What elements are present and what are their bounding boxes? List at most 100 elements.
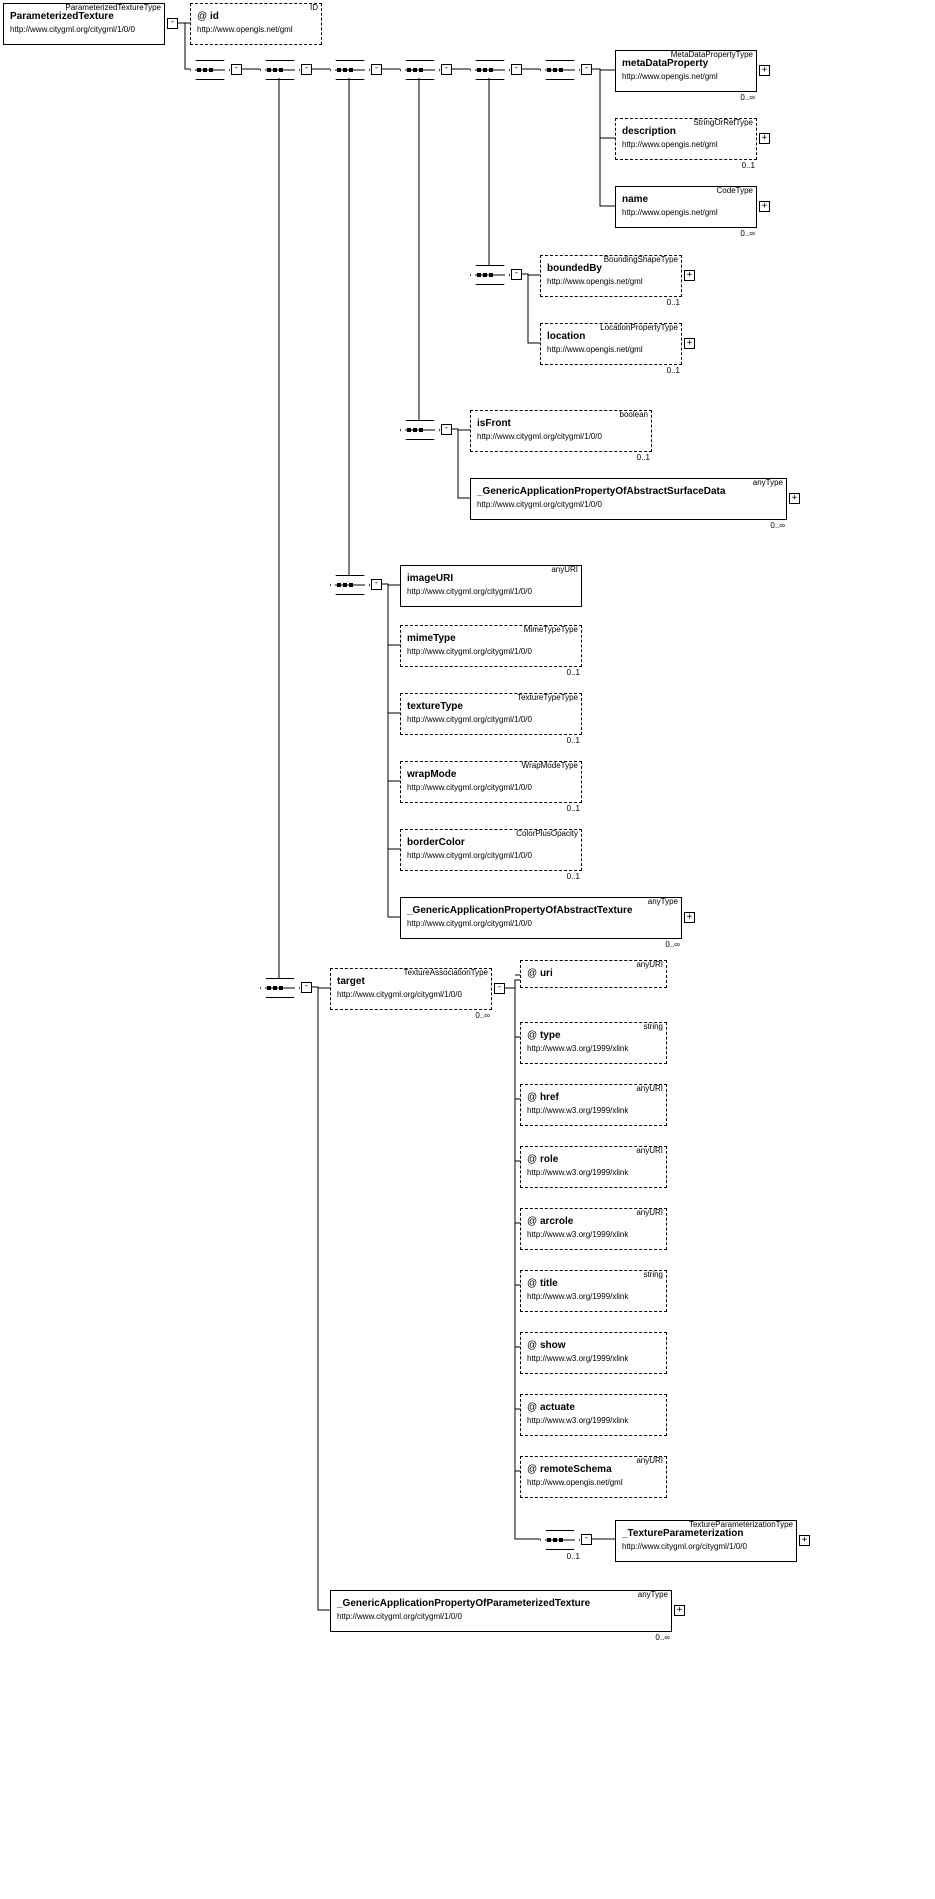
cardinality: 0..1 bbox=[540, 668, 580, 677]
collapse-icon[interactable]: - bbox=[441, 64, 452, 75]
namespace: http://www.w3.org/1999/xlink bbox=[521, 1354, 666, 1368]
element-box: LocationPropertyType location http://www… bbox=[540, 323, 682, 365]
element-box: MimeTypeType mimeType http://www.citygml… bbox=[400, 625, 582, 667]
type-label: string bbox=[643, 1022, 663, 1031]
collapse-icon[interactable]: - bbox=[494, 983, 505, 994]
namespace: http://www.citygml.org/citygml/1/0/0 bbox=[401, 919, 681, 933]
collapse-icon[interactable]: - bbox=[301, 982, 312, 993]
type-label: anyURI bbox=[636, 1146, 663, 1155]
namespace: http://www.w3.org/1999/xlink bbox=[521, 1416, 666, 1430]
cardinality: 0..1 bbox=[540, 736, 580, 745]
sequence-icon bbox=[470, 265, 510, 285]
sequence-icon bbox=[260, 60, 300, 80]
expand-icon[interactable]: + bbox=[759, 65, 770, 76]
cardinality: 0..1 bbox=[540, 872, 580, 881]
element-box: StringOrRefType description http://www.o… bbox=[615, 118, 757, 160]
type-label: TextureAssociationType bbox=[404, 968, 489, 977]
collapse-icon[interactable]: - bbox=[441, 424, 452, 435]
element-box: anyType _GenericApplicationPropertyOfPar… bbox=[330, 1590, 672, 1632]
namespace: http://www.w3.org/1999/xlink bbox=[521, 1292, 666, 1306]
namespace: http://www.citygml.org/citygml/1/0/0 bbox=[331, 990, 491, 1004]
attr-name: show bbox=[521, 1333, 666, 1354]
type-label: anyURI bbox=[636, 960, 663, 969]
sequence-icon bbox=[470, 60, 510, 80]
type-label: TextureParameterizationType bbox=[689, 1520, 793, 1529]
type-label: anyURI bbox=[636, 1084, 663, 1093]
namespace: http://www.opengis.net/gml bbox=[191, 25, 321, 39]
root-element: ParameterizedTextureType ParameterizedTe… bbox=[3, 3, 165, 45]
sequence-icon bbox=[540, 60, 580, 80]
cardinality: 0..1 bbox=[640, 366, 680, 375]
attribute-box: actuatehttp://www.w3.org/1999/xlink bbox=[520, 1394, 667, 1436]
cardinality: 0..∞ bbox=[640, 940, 680, 949]
cardinality: 0..∞ bbox=[720, 93, 755, 102]
collapse-icon[interactable]: - bbox=[581, 64, 592, 75]
collapse-icon[interactable]: - bbox=[581, 1534, 592, 1545]
attribute-box: stringtitlehttp://www.w3.org/1999/xlink bbox=[520, 1270, 667, 1312]
attribute-box: showhttp://www.w3.org/1999/xlink bbox=[520, 1332, 667, 1374]
namespace: http://www.citygml.org/citygml/1/0/0 bbox=[401, 783, 581, 797]
cardinality: 0..∞ bbox=[745, 521, 785, 530]
type-label: string bbox=[643, 1270, 663, 1279]
element-box: WrapModeType wrapMode http://www.citygml… bbox=[400, 761, 582, 803]
type-label: boolean bbox=[620, 410, 648, 419]
cardinality: 0..1 bbox=[720, 161, 755, 170]
attribute-box: anyURIremoteSchemahttp://www.opengis.net… bbox=[520, 1456, 667, 1498]
namespace: http://www.w3.org/1999/xlink bbox=[521, 1106, 666, 1120]
expand-icon[interactable]: + bbox=[759, 201, 770, 212]
sequence-icon bbox=[400, 60, 440, 80]
collapse-icon[interactable]: - bbox=[301, 64, 312, 75]
cardinality: 0..1 bbox=[640, 298, 680, 307]
namespace: http://www.opengis.net/gml bbox=[616, 140, 756, 154]
collapse-icon[interactable]: - bbox=[511, 64, 522, 75]
expand-icon[interactable]: + bbox=[684, 912, 695, 923]
cardinality: 0..1 bbox=[610, 453, 650, 462]
type-label: anyType bbox=[648, 897, 678, 906]
type-label: MimeTypeType bbox=[524, 625, 578, 634]
attribute-box: anyURIrolehttp://www.w3.org/1999/xlink bbox=[520, 1146, 667, 1188]
attribute-box: anyURIhrefhttp://www.w3.org/1999/xlink bbox=[520, 1084, 667, 1126]
element-box: anyURI imageURI http://www.citygml.org/c… bbox=[400, 565, 582, 607]
namespace: http://www.w3.org/1999/xlink bbox=[521, 1230, 666, 1244]
type-label: ID bbox=[310, 3, 318, 12]
type-label: anyURI bbox=[551, 565, 578, 574]
element-name: _GenericApplicationPropertyOfParameteriz… bbox=[331, 1591, 671, 1612]
type-label: CodeType bbox=[717, 186, 753, 195]
expand-icon[interactable]: + bbox=[674, 1605, 685, 1616]
element-box: anyType _GenericApplicationPropertyOfAbs… bbox=[400, 897, 682, 939]
cardinality: 0..∞ bbox=[620, 1633, 670, 1642]
collapse-icon[interactable]: - bbox=[511, 269, 522, 280]
collapse-icon[interactable]: - bbox=[371, 579, 382, 590]
attr-name: id bbox=[191, 4, 321, 25]
collapse-icon[interactable]: - bbox=[371, 64, 382, 75]
element-box: MetaDataPropertyType metaDataProperty ht… bbox=[615, 50, 757, 92]
expand-icon[interactable]: + bbox=[759, 133, 770, 144]
expand-icon[interactable]: + bbox=[684, 270, 695, 281]
namespace: http://www.citygml.org/citygml/1/0/0 bbox=[401, 587, 581, 601]
namespace: http://www.citygml.org/citygml/1/0/0 bbox=[401, 715, 581, 729]
expand-icon[interactable]: + bbox=[789, 493, 800, 504]
expand-icon[interactable]: + bbox=[799, 1535, 810, 1546]
type-label: ParameterizedTextureType bbox=[65, 3, 161, 12]
collapse-icon[interactable]: - bbox=[167, 18, 178, 29]
element-box: CodeType name http://www.opengis.net/gml bbox=[615, 186, 757, 228]
type-label: ColorPlusOpacity bbox=[516, 829, 578, 838]
type-label: MetaDataPropertyType bbox=[671, 50, 753, 59]
namespace: http://www.opengis.net/gml bbox=[616, 72, 756, 86]
collapse-icon[interactable]: - bbox=[231, 64, 242, 75]
namespace: http://www.citygml.org/citygml/1/0/0 bbox=[401, 647, 581, 661]
sequence-icon bbox=[330, 575, 370, 595]
namespace: http://www.opengis.net/gml bbox=[541, 277, 681, 291]
expand-icon[interactable]: + bbox=[684, 338, 695, 349]
namespace: http://www.opengis.net/gml bbox=[541, 345, 681, 359]
cardinality: 0..1 bbox=[545, 1552, 580, 1561]
element-box: TextureTypeType textureType http://www.c… bbox=[400, 693, 582, 735]
cardinality: 0..∞ bbox=[720, 229, 755, 238]
namespace: http://www.citygml.org/citygml/1/0/0 bbox=[471, 500, 786, 514]
attribute-box: stringtypehttp://www.w3.org/1999/xlink bbox=[520, 1022, 667, 1064]
namespace: http://www.w3.org/1999/xlink bbox=[521, 1168, 666, 1182]
element-box: TextureParameterizationType _TexturePara… bbox=[615, 1520, 797, 1562]
attribute-box: anyURIarcrolehttp://www.w3.org/1999/xlin… bbox=[520, 1208, 667, 1250]
element-name: _GenericApplicationPropertyOfAbstractSur… bbox=[471, 479, 786, 500]
attribute-box: anyURIuri bbox=[520, 960, 667, 988]
